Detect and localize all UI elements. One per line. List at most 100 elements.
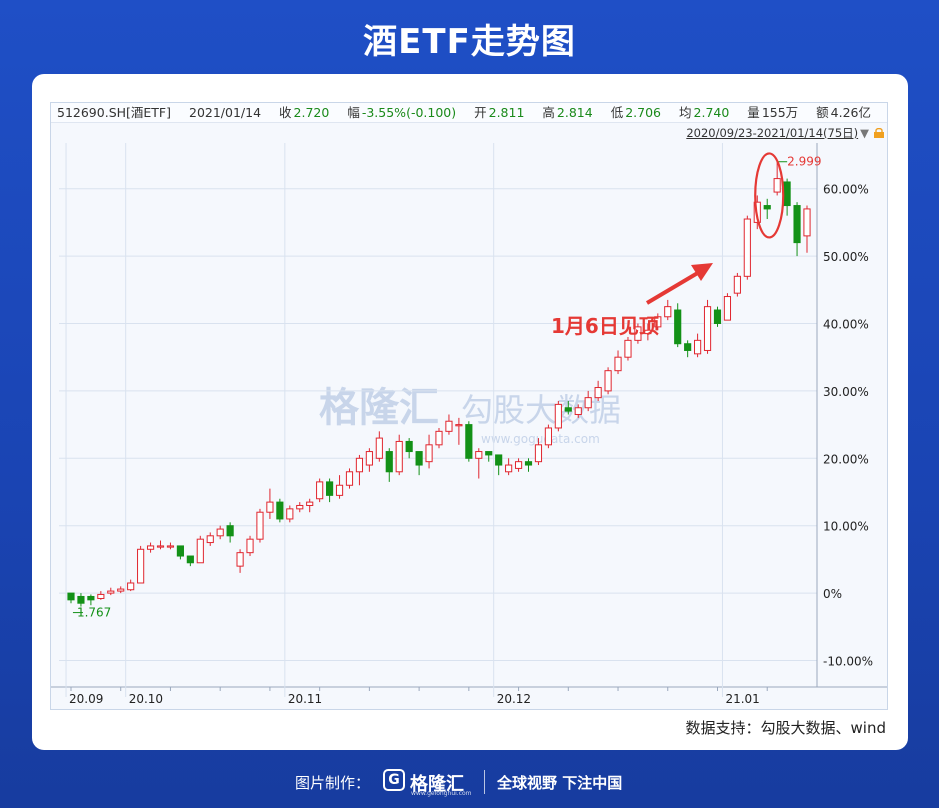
- candle-body: [495, 454, 503, 466]
- annotation-arrow-head: [691, 263, 713, 281]
- candle-body: [186, 555, 194, 564]
- candle-body: [156, 545, 165, 548]
- candle-body: [455, 424, 463, 427]
- candle-body: [783, 181, 791, 207]
- candle-body: [703, 306, 712, 351]
- candle-body: [425, 444, 433, 463]
- candle-body: [266, 501, 274, 513]
- candle-body: [664, 306, 672, 318]
- candle-body: [77, 595, 85, 604]
- candle-body: [604, 370, 612, 392]
- candle-body: [355, 457, 364, 473]
- candle-body: [435, 430, 443, 446]
- candle-body: [793, 205, 801, 244]
- y-tick-label: -10.00%: [823, 655, 873, 669]
- candle-body: [236, 552, 244, 567]
- candle-body: [256, 511, 264, 540]
- y-tick-label: 40.00%: [823, 318, 869, 332]
- plot-area: 格隆汇 勾股大数据www.gogudata.com60.00%50.00%40.0…: [51, 143, 887, 706]
- candle-body: [226, 525, 234, 537]
- candle-body: [146, 545, 155, 550]
- candle-body: [445, 420, 453, 432]
- candle-body: [216, 528, 224, 537]
- candle-body: [514, 461, 523, 469]
- candle-body: [554, 403, 562, 429]
- candle-body: [117, 588, 125, 592]
- candle-body: [385, 451, 393, 473]
- candle-body: [743, 218, 751, 277]
- candle-body: [584, 397, 592, 409]
- candle-body: [87, 595, 95, 601]
- peak-highlight-ellipse: [754, 152, 785, 239]
- candle-body: [335, 484, 344, 496]
- y-tick-label: 10.00%: [823, 520, 869, 534]
- candle-body: [763, 205, 771, 210]
- candle-body: [465, 424, 473, 459]
- candle-body: [773, 178, 781, 193]
- chart-card: 512690.SH[酒ETF] 2021/01/14 收 2.720 幅 -3.55…: [32, 74, 908, 750]
- candle-body: [316, 481, 324, 500]
- candle-body: [544, 427, 552, 446]
- watermark-brand: 格隆汇: [319, 385, 439, 431]
- footer: 图片制作： G 格隆汇 www.gelonghui.com 全球视野 下注中国: [0, 766, 939, 798]
- candle-body: [306, 501, 314, 506]
- x-tick-label: 20.09: [69, 692, 103, 706]
- candle-body: [296, 504, 304, 510]
- candle-body: [405, 440, 413, 453]
- candle-body: [166, 545, 175, 548]
- candle-body: [345, 471, 354, 486]
- candle-body: [395, 440, 403, 473]
- y-tick-label: 20.00%: [823, 452, 869, 466]
- footer-divider: [484, 770, 485, 794]
- low-price-label: 1.767: [77, 606, 111, 620]
- peak-annotation-text: 1月6日见顶: [551, 314, 659, 338]
- data-source: 数据支持：勾股大数据、wind: [685, 719, 886, 737]
- x-tick-label: 21.01: [725, 692, 759, 706]
- candle-body: [206, 535, 214, 544]
- made-by-label: 图片制作：: [295, 774, 371, 792]
- candle-body: [564, 407, 572, 412]
- kline-chart: 512690.SH[酒ETF] 2021/01/14 收 2.720 幅 -3.55…: [50, 102, 888, 710]
- candle-body: [684, 343, 692, 351]
- candle-body: [276, 501, 284, 520]
- footer-slogan: 全球视野 下注中国: [497, 774, 623, 792]
- x-tick-label: 20.10: [129, 692, 163, 706]
- candle-body: [286, 508, 294, 520]
- candle-body: [246, 538, 254, 554]
- candle-body: [127, 582, 135, 591]
- candle-body: [365, 451, 373, 466]
- candle-body: [534, 444, 543, 463]
- candle-body: [475, 451, 483, 459]
- candle-body: [97, 593, 105, 599]
- candle-body: [624, 339, 632, 358]
- candle-body: [137, 548, 145, 584]
- candle-body: [574, 407, 582, 415]
- candle-body: [694, 339, 702, 355]
- candle-body: [326, 481, 334, 496]
- y-tick-label: 60.00%: [823, 183, 869, 197]
- candle-body: [375, 437, 383, 459]
- candle-body: [415, 451, 423, 466]
- y-tick-label: 30.00%: [823, 385, 869, 399]
- candle-body: [733, 275, 741, 294]
- x-tick-label: 20.12: [497, 692, 531, 706]
- candle-body: [176, 545, 184, 557]
- candle-body: [67, 592, 75, 601]
- candle-body: [723, 296, 732, 321]
- candle-body: [713, 309, 722, 325]
- candle-body: [594, 387, 602, 399]
- footer-brand-url: www.gelonghui.com: [411, 790, 472, 797]
- candle-body: [485, 451, 493, 456]
- y-tick-label: 50.00%: [823, 250, 869, 264]
- candle-body: [803, 208, 811, 237]
- watermark-url: www.gogudata.com: [481, 432, 600, 446]
- candle-body: [614, 356, 622, 372]
- x-tick-label: 20.11: [288, 692, 322, 706]
- annotation-arrow-shaft: [645, 269, 703, 305]
- candle-body: [196, 538, 204, 564]
- candle-body: [524, 461, 533, 466]
- peak-price-label: 2.999: [787, 155, 821, 169]
- page-title: 酒ETF走势图: [363, 22, 576, 62]
- candle-body: [505, 464, 513, 473]
- y-tick-label: 0%: [823, 587, 842, 601]
